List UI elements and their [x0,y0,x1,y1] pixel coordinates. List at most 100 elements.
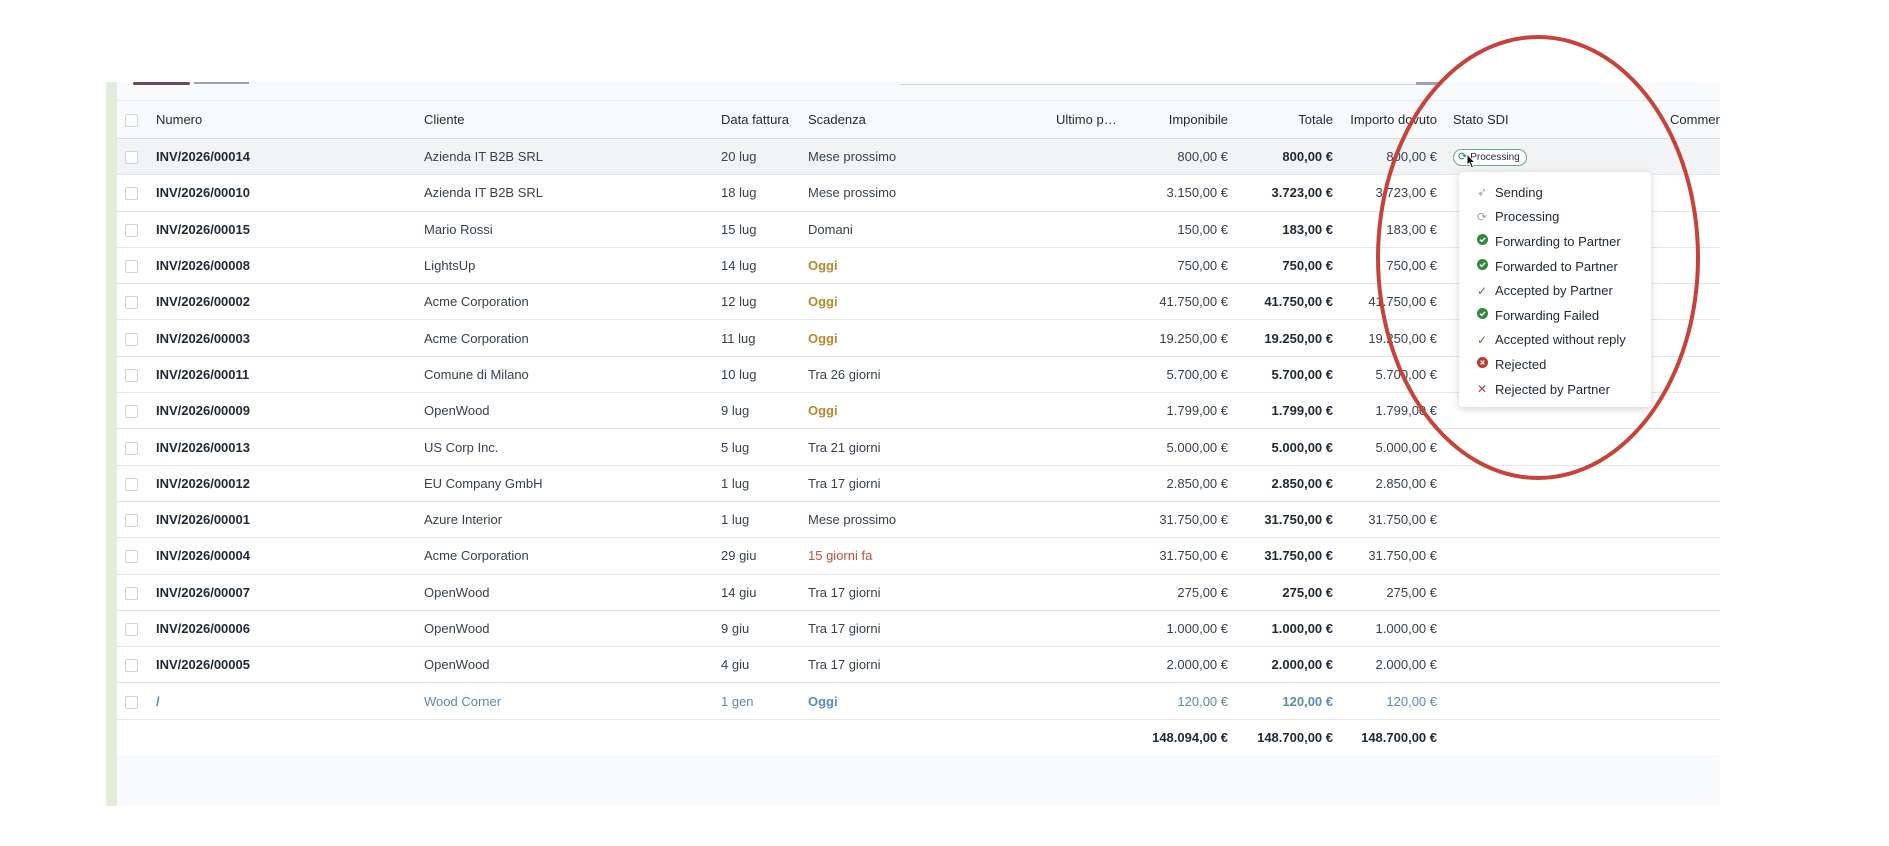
table-row[interactable]: INV/2026/00014 Azienda IT B2B SRL 20 lug Me… [117,138,1720,176]
row-select-cell[interactable] [117,610,148,648]
column-header-imponibile[interactable]: Imponibile [1128,100,1236,139]
cell-scadenza: Tra 17 giorni [800,465,1048,502]
select-all-checkbox[interactable] [125,114,138,128]
status-menu-label: Forwarding Failed [1495,307,1600,323]
cell-totale: 41.750,00 € [1236,283,1341,321]
row-select-cell[interactable] [117,428,148,466]
row-select-cell[interactable] [117,392,148,430]
status-menu-item[interactable]: ➶ Sending [1459,180,1651,205]
column-header-cliente[interactable]: Cliente [416,100,713,139]
cell-stato-sdi[interactable] [1445,682,1670,720]
total-dovuto: 148.700,00 € [1341,719,1445,756]
row-select-cell[interactable] [117,646,148,684]
row-select-cell[interactable] [117,356,148,394]
table-row[interactable]: INV/2026/00006 OpenWood 9 giu Tra 17 giorni… [117,610,1720,648]
column-header-data-fattura[interactable]: Data fattura [713,100,800,139]
row-checkbox[interactable] [125,623,138,637]
column-header-numero[interactable]: Numero [148,100,416,139]
row-checkbox[interactable] [125,187,138,201]
status-menu-label: Sending [1495,184,1543,200]
row-select-cell[interactable] [117,174,148,212]
row-select-cell[interactable] [117,537,148,575]
status-menu-item[interactable]: ✓ Accepted by Partner [1459,278,1651,303]
cell-commenti [1670,574,1720,611]
check-icon: ✓ [1477,283,1488,298]
table-row[interactable]: INV/2026/00005 OpenWood 4 giu Tra 17 giorni… [117,646,1720,684]
row-checkbox[interactable] [125,296,138,310]
column-header-ultimo[interactable]: Ultimo pro… [1048,100,1128,139]
cell-stato-sdi[interactable] [1445,646,1670,684]
cell-cliente: OpenWood [416,392,713,430]
cell-scadenza: Oggi [800,283,1048,321]
top-tab[interactable] [194,82,249,84]
send-icon: ➶ [1477,185,1488,200]
cell-ultimo [1048,574,1128,611]
cell-stato-sdi[interactable] [1445,465,1670,502]
row-checkbox[interactable] [125,477,138,491]
row-select-cell[interactable] [117,682,148,720]
cell-ultimo [1048,319,1128,357]
cell-data-fattura: 1 lug [713,465,800,502]
row-checkbox[interactable] [125,332,138,346]
cell-stato-sdi[interactable]: ⟳ Processing [1445,138,1670,176]
row-checkbox[interactable] [125,586,138,600]
row-checkbox[interactable] [125,441,138,455]
cell-cliente: LightsUp [416,247,713,285]
table-row[interactable]: INV/2026/00013 US Corp Inc. 5 lug Tra 21 gi… [117,428,1720,466]
column-header-commenti[interactable]: Commer [1670,100,1720,139]
row-select-cell[interactable] [117,211,148,248]
column-header-stato-sdi[interactable]: Stato SDI [1445,100,1670,139]
cell-stato-sdi[interactable] [1445,501,1670,539]
cell-totale: 1.000,00 € [1236,610,1341,648]
row-checkbox[interactable] [125,550,138,564]
row-select-cell[interactable] [117,501,148,539]
column-header-totale[interactable]: Totale [1236,100,1341,139]
search-toggle[interactable] [1416,82,1440,85]
cell-imponibile: 750,00 € [1128,247,1236,285]
status-menu-item[interactable]: ✕ Rejected by Partner [1459,377,1651,402]
row-checkbox[interactable] [125,695,138,709]
status-menu-item[interactable]: Forwarding to Partner [1459,229,1651,254]
status-menu-item[interactable]: Rejected [1459,352,1651,377]
status-menu-item[interactable]: ✓ Accepted without reply [1459,328,1651,353]
status-menu-item[interactable]: Forwarded to Partner [1459,254,1651,279]
column-header-importo-dovuto[interactable]: Importo dovuto [1341,100,1445,139]
cell-importo-dovuto: 5.000,00 € [1341,428,1445,466]
row-select-cell[interactable] [117,138,148,176]
cell-totale: 5.000,00 € [1236,428,1341,466]
select-all-cell[interactable] [117,100,148,139]
cell-stato-sdi[interactable] [1445,610,1670,648]
table-row[interactable]: / Wood Corner 1 gen Oggi 120,00 €120,00 €120… [117,682,1720,720]
row-checkbox[interactable] [125,514,138,528]
row-checkbox[interactable] [125,223,138,237]
column-header-scadenza[interactable]: Scadenza [800,100,1048,139]
top-tab-active[interactable] [133,82,190,85]
table-row[interactable]: INV/2026/00001 Azure Interior 1 lug Mese pr… [117,501,1720,539]
cell-commenti [1670,211,1720,248]
cell-numero: INV/2026/00010 [148,174,416,212]
cell-importo-dovuto: 183,00 € [1341,211,1445,248]
cell-data-fattura: 14 lug [713,247,800,285]
row-checkbox[interactable] [125,405,138,419]
x-icon: ✕ [1477,382,1488,397]
cell-stato-sdi[interactable] [1445,428,1670,466]
row-checkbox[interactable] [125,659,138,673]
row-select-cell[interactable] [117,574,148,611]
stato-sdi-dropdown: ➶ Sending ⟳ Processing Forwarding to Partner… [1459,172,1651,407]
table-row[interactable]: INV/2026/00007 OpenWood 14 giu Tra 17 giorn… [117,574,1720,611]
row-checkbox[interactable] [125,368,138,382]
cell-stato-sdi[interactable] [1445,537,1670,575]
row-checkbox[interactable] [125,151,138,165]
status-menu-item[interactable]: Forwarding Failed [1459,303,1651,328]
cell-imponibile: 800,00 € [1128,138,1236,176]
row-select-cell[interactable] [117,247,148,285]
table-row[interactable]: INV/2026/00012 EU Company GmbH 1 lug Tra 17… [117,465,1720,502]
row-select-cell[interactable] [117,283,148,321]
row-select-cell[interactable] [117,465,148,502]
cell-stato-sdi[interactable] [1445,574,1670,611]
check-icon: ✓ [1477,332,1488,347]
row-checkbox[interactable] [125,260,138,274]
row-select-cell[interactable] [117,319,148,357]
table-row[interactable]: INV/2026/00004 Acme Corporation 29 giu 15 g… [117,537,1720,575]
status-menu-item[interactable]: ⟳ Processing [1459,205,1651,230]
